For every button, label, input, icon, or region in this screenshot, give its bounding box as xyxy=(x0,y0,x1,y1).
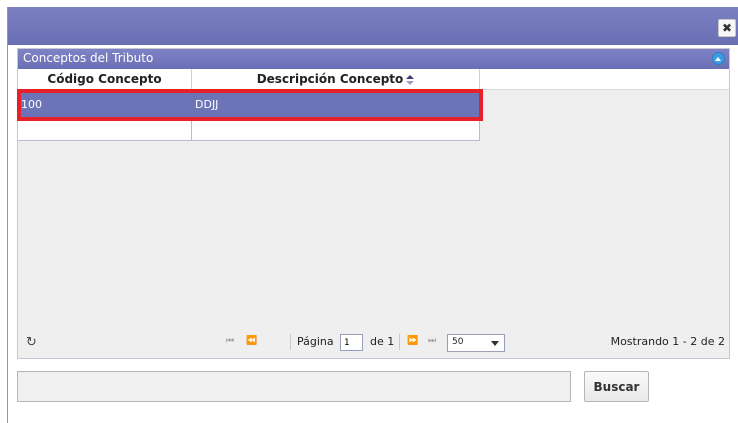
sort-icon xyxy=(406,74,415,85)
cell-description: DDJJ xyxy=(192,91,480,119)
records-count: Mostrando 1 - 2 de 2 xyxy=(610,335,725,348)
grid-header: Código Concepto Descripción Concepto xyxy=(18,69,729,90)
pager-separator xyxy=(399,334,400,350)
pager-separator xyxy=(290,334,291,350)
panel-title: Conceptos del Tributo xyxy=(23,51,154,65)
rows-per-page-select[interactable]: 50 xyxy=(447,334,505,352)
page-label: Página xyxy=(297,335,334,348)
last-page-icon[interactable]: ⏭ xyxy=(428,336,436,346)
next-page-icon[interactable]: ⏩ xyxy=(407,336,418,346)
concepts-panel: Conceptos del Tributo Código Concepto De… xyxy=(17,48,730,359)
close-button[interactable]: ✖ xyxy=(718,19,736,37)
search-input[interactable] xyxy=(17,371,571,402)
search-button[interactable]: Buscar xyxy=(584,371,649,402)
cell-description xyxy=(192,119,480,141)
page-input[interactable] xyxy=(340,334,363,351)
prev-page-icon[interactable]: ⏪ xyxy=(246,336,257,346)
panel-header: Conceptos del Tributo xyxy=(18,49,729,69)
refresh-icon[interactable]: ↻ xyxy=(26,335,37,350)
pager: ↻ ⏮ ⏪ Página de 1 ⏩ ⏭ 50 Mostrando 1 - 2… xyxy=(18,332,729,354)
dialog-titlebar[interactable]: ✖ xyxy=(8,7,738,45)
close-icon: ✖ xyxy=(721,21,733,35)
column-header-description[interactable]: Descripción Concepto xyxy=(192,69,480,90)
chevron-down-icon xyxy=(491,341,499,346)
table-row[interactable] xyxy=(18,119,480,141)
column-header-code[interactable]: Código Concepto xyxy=(18,69,192,90)
page-count-label: de 1 xyxy=(370,335,395,348)
cell-code: 100 xyxy=(18,91,192,119)
table-row[interactable]: 100 DDJJ xyxy=(18,91,480,119)
first-page-icon[interactable]: ⏮ xyxy=(226,336,234,346)
grid-body: 100 DDJJ xyxy=(17,89,729,325)
cell-code xyxy=(18,119,192,141)
collapse-icon[interactable] xyxy=(712,52,725,65)
